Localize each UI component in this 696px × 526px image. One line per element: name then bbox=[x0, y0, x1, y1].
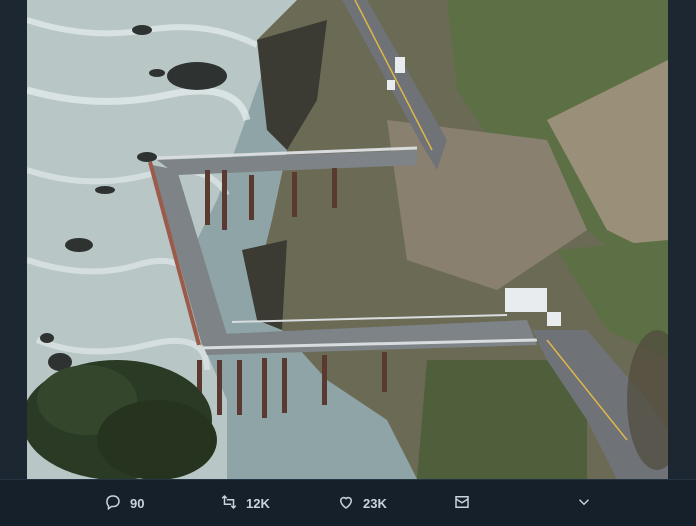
reply-button[interactable]: 90 bbox=[104, 480, 144, 526]
tweet-media-frame bbox=[0, 0, 696, 525]
direct-message-button[interactable] bbox=[453, 480, 471, 526]
like-count: 23K bbox=[363, 495, 387, 511]
like-button[interactable]: 23K bbox=[337, 480, 387, 526]
reply-icon bbox=[104, 493, 122, 514]
more-options-button[interactable] bbox=[575, 480, 593, 526]
retweet-icon bbox=[220, 493, 238, 514]
coastal-landslide-image bbox=[27, 0, 668, 479]
heart-icon bbox=[337, 493, 355, 514]
retweet-count: 12K bbox=[246, 495, 270, 511]
chevron-down-icon bbox=[575, 493, 593, 514]
envelope-icon bbox=[453, 493, 471, 514]
tweet-photo[interactable] bbox=[27, 0, 668, 479]
reply-count: 90 bbox=[130, 495, 145, 511]
tweet-action-bar: 90 12K 23K bbox=[0, 479, 696, 526]
retweet-button[interactable]: 12K bbox=[220, 480, 270, 526]
